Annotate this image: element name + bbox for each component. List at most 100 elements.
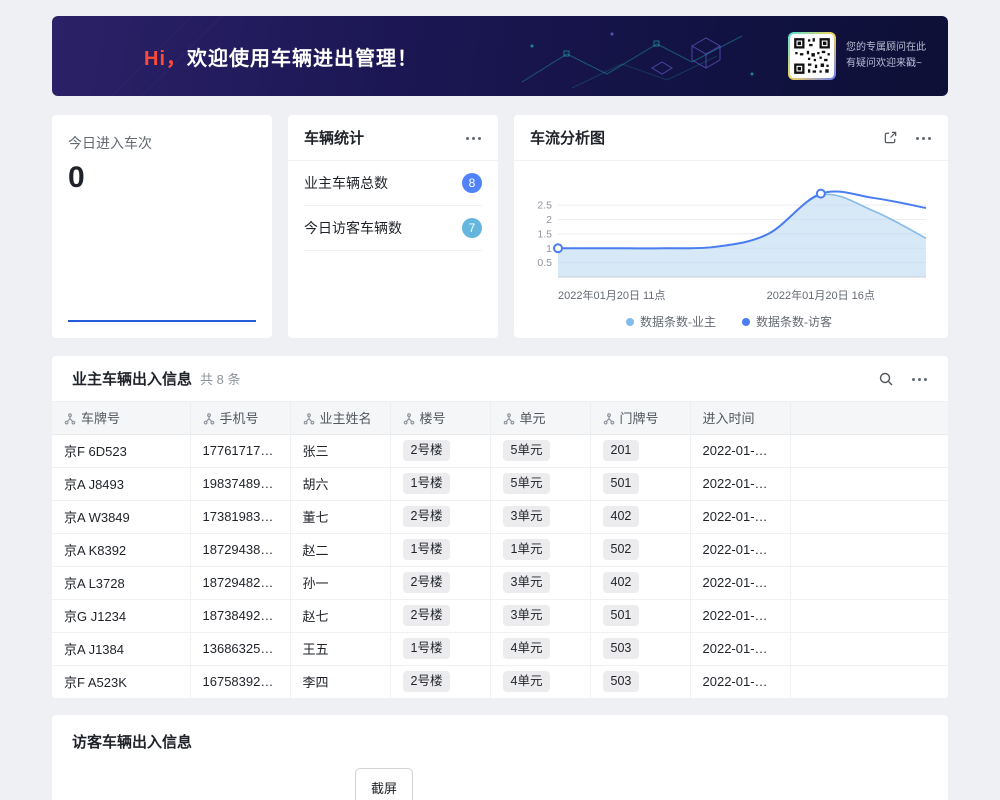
table-cell-empty [790,599,948,632]
table-cell: 京F A523K [52,665,190,698]
tag-pill: 402 [603,506,640,526]
svg-text:1.5: 1.5 [537,228,552,240]
owner-vehicle-table: 车牌号手机号业主姓名楼号单元门牌号进入时间京F 6D52317761717…张三… [52,402,948,699]
tag-pill: 2号楼 [403,605,451,625]
table-cell: 2号楼 [390,665,490,698]
table-cell: 京A K8392 [52,533,190,566]
line-chart-canvas: 0.511.522.52022年01月20日 11点2022年01月20日 16… [524,173,934,311]
welcome-banner: Hi，欢迎使用车辆进出管理！ [52,16,948,96]
table-cell: 18738492… [190,599,290,632]
table-row[interactable]: 京G J123418738492…赵七2号楼3单元5012022-01-… [52,599,948,632]
tag-pill: 5单元 [503,473,551,493]
vehicle-stats-title: 车辆统计 [304,127,364,148]
table-cell: 16758392… [190,665,290,698]
svg-text:2: 2 [546,214,552,226]
table-cell: 502 [590,533,690,566]
count-badge: 8 [462,173,482,193]
field-type-icon [403,413,415,428]
more-menu-icon[interactable] [914,130,932,146]
table-cell: 赵七 [290,599,390,632]
tag-pill: 2号楼 [403,671,451,691]
table-cell: 2022-01-… [690,500,790,533]
screenshot-button[interactable]: 截屏 [355,768,413,800]
table-row[interactable]: 京F 6D52317761717…张三2号楼5单元2012022-01-… [52,434,948,467]
visitor-vehicle-table-card: 访客车辆出入信息 截屏 [52,715,948,800]
table-cell: 18729482… [190,566,290,599]
table-row[interactable]: 京A J138413686325…王五1号楼4单元5032022-01-… [52,632,948,665]
owner-table-count: 共 8 条 [200,369,240,388]
table-cell: 2022-01-… [690,533,790,566]
banner-title-text: 欢迎使用车辆进出管理！ [187,48,418,70]
table-cell: 2022-01-… [690,467,790,500]
legend-item-owner[interactable]: 数据条数-业主 [626,313,716,330]
table-cell: 1号楼 [390,533,490,566]
table-cell: 京G J1234 [52,599,190,632]
table-row[interactable]: 京A W384917381983…董七2号楼3单元4022022-01-… [52,500,948,533]
banner-greeting: Hi， [144,48,187,70]
qr-code[interactable] [788,32,836,80]
legend-dot [626,318,634,326]
legend-item-visitor[interactable]: 数据条数-访客 [742,313,832,330]
table-cell: 李四 [290,665,390,698]
legend-dot [742,318,750,326]
table-cell: 赵二 [290,533,390,566]
table-row[interactable]: 京F A523K16758392…李四2号楼4单元5032022-01-… [52,665,948,698]
column-header-7[interactable]: 进入时间 [690,402,790,434]
table-cell: 董七 [290,500,390,533]
column-header-6[interactable]: 门牌号 [590,402,690,434]
table-cell: 5单元 [490,467,590,500]
table-cell: 京A L3728 [52,566,190,599]
table-cell: 201 [590,434,690,467]
today-entries-label: 今日进入车次 [68,133,256,153]
tag-pill: 1号楼 [403,539,451,559]
table-cell: 4单元 [490,665,590,698]
table-cell-empty [790,665,948,698]
tag-pill: 501 [603,605,640,625]
qr-code-pattern [793,37,831,75]
table-cell: 17761717… [190,434,290,467]
qr-caption-line2: 有疑问欢迎来戳~ [846,56,926,72]
tag-pill: 4单元 [503,638,551,658]
table-row[interactable]: 京A K839218729438…赵二1号楼1单元5022022-01-… [52,533,948,566]
export-icon[interactable] [883,130,898,145]
table-cell-empty [790,500,948,533]
vehicle-stats-card: 车辆统计 业主车辆总数 8 今日访客车辆数 7 [288,115,498,338]
column-header-2[interactable]: 手机号 [190,402,290,434]
table-header-row: 车牌号手机号业主姓名楼号单元门牌号进入时间 [52,402,948,434]
field-type-icon [203,413,215,428]
field-type-icon [503,413,515,428]
table-cell: 京F 6D523 [52,434,190,467]
tag-pill: 1号楼 [403,473,451,493]
tag-pill: 3单元 [503,605,551,625]
tag-pill: 501 [603,473,640,493]
traffic-chart-title: 车流分析图 [530,127,605,148]
column-header-empty [790,402,948,434]
table-cell: 17381983… [190,500,290,533]
more-menu-icon[interactable] [464,130,482,146]
owner-vehicle-table-card: 业主车辆出入信息 共 8 条 车牌号手机号业主姓名楼号单元门牌号进入时间京F 6… [52,356,948,699]
chart-legend: 数据条数-业主 数据条数-访客 [524,313,934,330]
column-header-5[interactable]: 单元 [490,402,590,434]
svg-text:2.5: 2.5 [537,200,552,212]
column-header-3[interactable]: 业主姓名 [290,402,390,434]
more-menu-icon[interactable] [910,371,928,387]
column-header-1[interactable]: 车牌号 [52,402,190,434]
qr-caption-line1: 您的专属顾问在此 [846,40,926,56]
tag-pill: 3单元 [503,506,551,526]
table-cell: 1号楼 [390,467,490,500]
table-row[interactable]: 京A L372818729482…孙一2号楼3单元4022022-01-… [52,566,948,599]
tag-pill: 2号楼 [403,572,451,592]
column-header-4[interactable]: 楼号 [390,402,490,434]
tag-pill: 201 [603,440,640,460]
table-cell: 3单元 [490,500,590,533]
table-cell: 张三 [290,434,390,467]
search-icon[interactable] [878,371,894,387]
table-cell: 2022-01-… [690,434,790,467]
table-row[interactable]: 京A J849319837489…胡六1号楼5单元5012022-01-… [52,467,948,500]
table-cell-empty [790,533,948,566]
field-type-icon [603,413,615,428]
svg-text:1: 1 [546,243,552,255]
qr-caption: 您的专属顾问在此 有疑问欢迎来戳~ [846,40,926,72]
tag-pill: 503 [603,671,640,691]
svg-text:2022年01月20日 16点: 2022年01月20日 16点 [767,288,875,302]
